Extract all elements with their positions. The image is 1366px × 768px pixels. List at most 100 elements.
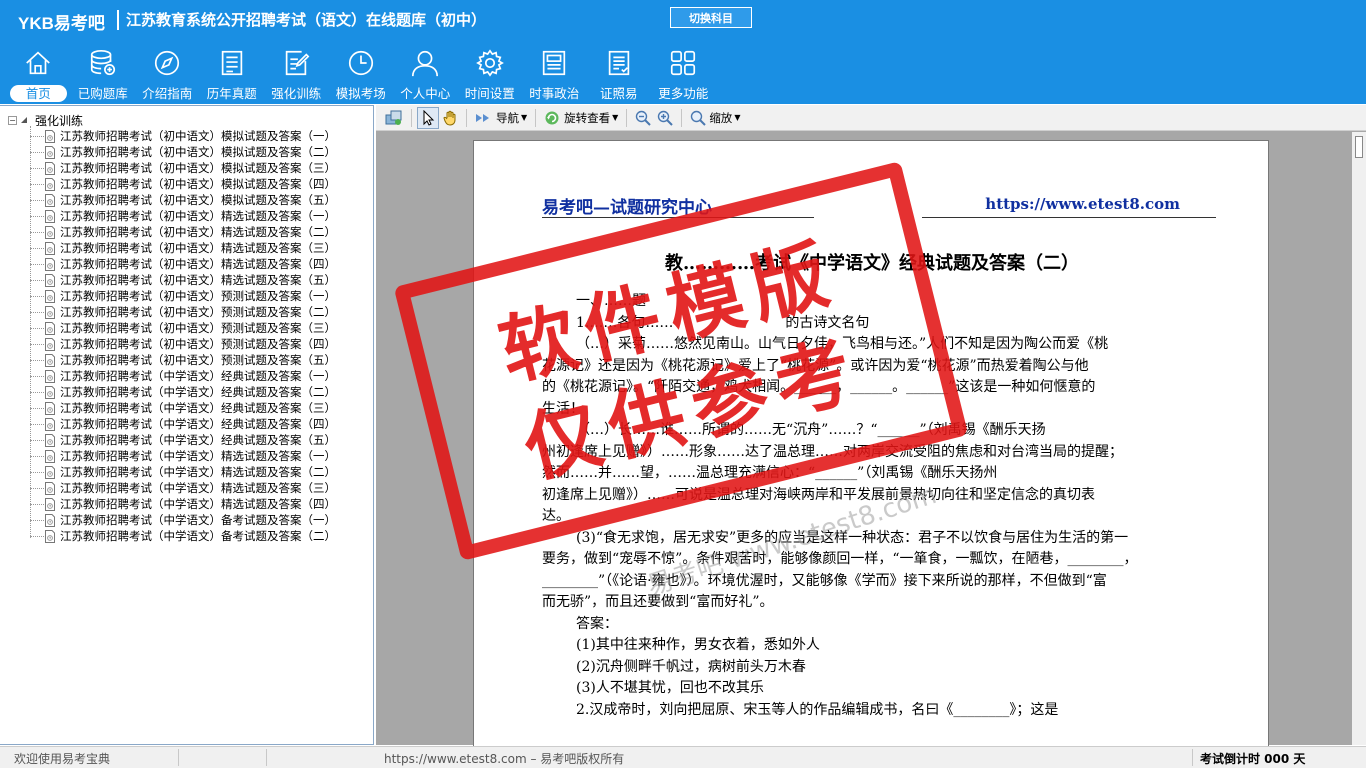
- clock-icon: [348, 50, 373, 76]
- tree-item[interactable]: 江苏教师招聘考试（初中语文）预测试题及答案（三）: [30, 320, 336, 336]
- tree-item-label: 江苏教师招聘考试（初中语文）模拟试题及答案（二）: [60, 145, 336, 159]
- nav-time-settings[interactable]: 时间设置: [458, 44, 523, 102]
- page-header-url[interactable]: https://www.etest8.com: [985, 195, 1180, 213]
- document-icon: [45, 337, 55, 351]
- tree-item[interactable]: 江苏教师招聘考试（中学语文）精选试题及答案（一）: [30, 448, 336, 464]
- tree-item[interactable]: 江苏教师招聘考试（中学语文）备考试题及答案（一）: [30, 512, 336, 528]
- nav-more-features[interactable]: 更多功能: [651, 44, 716, 102]
- nav-label: 强化训练: [271, 86, 322, 101]
- header-rule: [542, 217, 814, 218]
- nav-home[interactable]: 首页: [6, 44, 71, 102]
- brand-logo: YKB易考吧: [18, 14, 105, 33]
- tree-connector: [30, 439, 44, 441]
- tree-item-label: 江苏教师招聘考试（初中语文）精选试题及答案（四）: [60, 257, 336, 271]
- status-divider: [266, 749, 267, 766]
- tree-item[interactable]: 江苏教师招聘考试（初中语文）模拟试题及答案（三）: [30, 160, 336, 176]
- status-bar: 欢迎使用易考宝典 https://www.etest8.com – 易考吧版权所…: [0, 746, 1366, 768]
- nav-intensive-training[interactable]: 强化训练: [264, 44, 329, 102]
- tree-item[interactable]: 江苏教师招聘考试（初中语文）模拟试题及答案（一）: [30, 128, 336, 144]
- tree-item-label: 江苏教师招聘考试（初中语文）精选试题及答案（五）: [60, 273, 336, 287]
- rotate-view-button[interactable]: 旋转查看 ▼: [541, 107, 621, 129]
- tree-root[interactable]: − 强化训练: [8, 112, 83, 128]
- scrollbar-thumb[interactable]: [1355, 136, 1363, 158]
- tree-item-label: 江苏教师招聘考试（中学语文）经典试题及答案（四）: [60, 417, 336, 431]
- select-tool-button[interactable]: [417, 106, 439, 129]
- nav-certificate[interactable]: 证照易: [587, 44, 652, 102]
- nav-purchased[interactable]: 已购题库: [71, 44, 136, 102]
- tree-item[interactable]: 江苏教师招聘考试（中学语文）精选试题及答案（四）: [30, 496, 336, 512]
- tree-item[interactable]: 江苏教师招聘考试（初中语文）预测试题及答案（一）: [30, 288, 336, 304]
- thumbnail-button[interactable]: [382, 107, 406, 129]
- hand-tool-button[interactable]: [439, 107, 461, 129]
- tree-item[interactable]: 江苏教师招聘考试（中学语文）经典试题及答案（五）: [30, 432, 336, 448]
- nav-personal-center[interactable]: 个人中心: [393, 44, 458, 102]
- tree-connector: [30, 343, 44, 345]
- tree-item[interactable]: 江苏教师招聘考试（初中语文）预测试题及答案（二）: [30, 304, 336, 320]
- tree-item[interactable]: 江苏教师招聘考试（初中语文）精选试题及答案（一）: [30, 208, 336, 224]
- tree-item[interactable]: 江苏教师招聘考试（初中语文）精选试题及答案（三）: [30, 240, 336, 256]
- nav-guide[interactable]: 介绍指南: [135, 44, 200, 102]
- tree-item[interactable]: 江苏教师招聘考试（中学语文）精选试题及答案（二）: [30, 464, 336, 480]
- tree-root-label: 强化训练: [35, 113, 84, 128]
- document-icon: [45, 513, 55, 527]
- viewer-toolbar: 导航 ▼ 旋转查看 ▼ 缩放 ▼: [376, 105, 1366, 131]
- tree-item[interactable]: 江苏教师招聘考试（中学语文）经典试题及答案（二）: [30, 384, 336, 400]
- nav-past-exams[interactable]: 历年真题: [200, 44, 265, 102]
- nav-mock-exam[interactable]: 模拟考场: [329, 44, 394, 102]
- tree-connector: [30, 375, 44, 377]
- tree-item[interactable]: 江苏教师招聘考试（初中语文）模拟试题及答案（二）: [30, 144, 336, 160]
- rotate-label: 旋转查看: [564, 110, 611, 125]
- tree-connector: [30, 471, 44, 473]
- tree-item-label: 江苏教师招聘考试（初中语文）模拟试题及答案（五）: [60, 193, 336, 207]
- tree-item[interactable]: 江苏教师招聘考试（初中语文）预测试题及答案（四）: [30, 336, 336, 352]
- grid-icon: [671, 50, 696, 76]
- tree-item[interactable]: 江苏教师招聘考试（中学语文）经典试题及答案（四）: [30, 416, 336, 432]
- tree-connector: [30, 487, 44, 489]
- document-line: (3)“食无求饱，居无求安”更多的应当是这样一种状态：君子不以饮食与居住为生活的…: [576, 529, 1129, 546]
- tree-item-label: 江苏教师招聘考试（初中语文）模拟试题及答案（三）: [60, 161, 336, 175]
- document-line: 初逢席上见赠》）……可说是温总理对海峡两岸和平发展前景热切向往和坚定信念的真切表: [542, 486, 1095, 503]
- tree-item[interactable]: 江苏教师招聘考试（中学语文）精选试题及答案（三）: [30, 480, 336, 496]
- zoom-menu-button[interactable]: 缩放 ▼: [687, 107, 743, 129]
- tree-item[interactable]: 江苏教师招聘考试（初中语文）模拟试题及答案（四）: [30, 176, 336, 192]
- tree-item-label: 江苏教师招聘考试（中学语文）备考试题及答案（二）: [60, 529, 336, 543]
- tree-connector: [30, 455, 44, 457]
- dropdown-caret-icon: ▼: [612, 113, 619, 122]
- tree-item-label: 江苏教师招聘考试（初中语文）预测试题及答案（三）: [60, 321, 336, 335]
- tree-item-label: 江苏教师招聘考试（初中语文）模拟试题及答案（一）: [60, 129, 336, 143]
- tree-connector: [30, 503, 44, 505]
- zoom-in-button[interactable]: [654, 107, 676, 129]
- tree-item[interactable]: 江苏教师招聘考试（初中语文）精选试题及答案（二）: [30, 224, 336, 240]
- tree-item-label: 江苏教师招聘考试（中学语文）经典试题及答案（三）: [60, 401, 336, 415]
- vertical-scrollbar[interactable]: [1352, 132, 1366, 745]
- app-header: YKB易考吧 江苏教育系统公开招聘考试（语文）在线题库（初中） 切换科目 首页 …: [0, 0, 1366, 104]
- nav-current-affairs[interactable]: 时事政治: [522, 44, 587, 102]
- tree-item[interactable]: 江苏教师招聘考试（初中语文）精选试题及答案（五）: [30, 272, 336, 288]
- document-icon: [45, 289, 55, 303]
- switch-subject-button[interactable]: 切换科目: [670, 7, 752, 28]
- document-icon: [45, 161, 55, 175]
- tree-item[interactable]: 江苏教师招聘考试（初中语文）模拟试题及答案（五）: [30, 192, 336, 208]
- document-page: 易考吧—试题研究中心 https://www.etest8.com 教…………考…: [473, 140, 1269, 760]
- zoom-out-icon: [636, 110, 652, 126]
- zoom-out-button[interactable]: [632, 107, 654, 129]
- tree-item[interactable]: 江苏教师招聘考试（中学语文）经典试题及答案（一）: [30, 368, 336, 384]
- tree-item[interactable]: 江苏教师招聘考试（初中语文）预测试题及答案（五）: [30, 352, 336, 368]
- nav-label: 模拟考场: [335, 86, 386, 101]
- document-line: 生活！: [542, 400, 584, 417]
- document-line: 而无骄”，而且还要做到“富而好礼”。: [542, 594, 774, 610]
- hand-icon: [443, 110, 456, 126]
- navigation-menu-button[interactable]: 导航 ▼: [472, 107, 530, 129]
- tree-item[interactable]: 江苏教师招聘考试（中学语文）备考试题及答案（二）: [30, 528, 336, 544]
- document-line: 2.汉成帝时，刘向把屈原、宋玉等人的作品编辑成书，名曰《________》；这是: [576, 701, 1059, 718]
- tree-item-label: 江苏教师招聘考试（中学语文）经典试题及答案（五）: [60, 433, 336, 447]
- tree-item-label: 江苏教师招聘考试（中学语文）经典试题及答案（一）: [60, 369, 336, 383]
- tree-connector: [30, 135, 44, 137]
- toolbar-separator: [626, 108, 628, 127]
- tree-item[interactable]: 江苏教师招聘考试（初中语文）精选试题及答案（四）: [30, 256, 336, 272]
- exam-countdown: 考试倒计时 000 天: [1200, 752, 1306, 766]
- tree-connector: [30, 311, 44, 313]
- collapse-icon[interactable]: −: [8, 115, 17, 125]
- header-rule: [922, 217, 1216, 218]
- tree-item[interactable]: 江苏教师招聘考试（中学语文）经典试题及答案（三）: [30, 400, 336, 416]
